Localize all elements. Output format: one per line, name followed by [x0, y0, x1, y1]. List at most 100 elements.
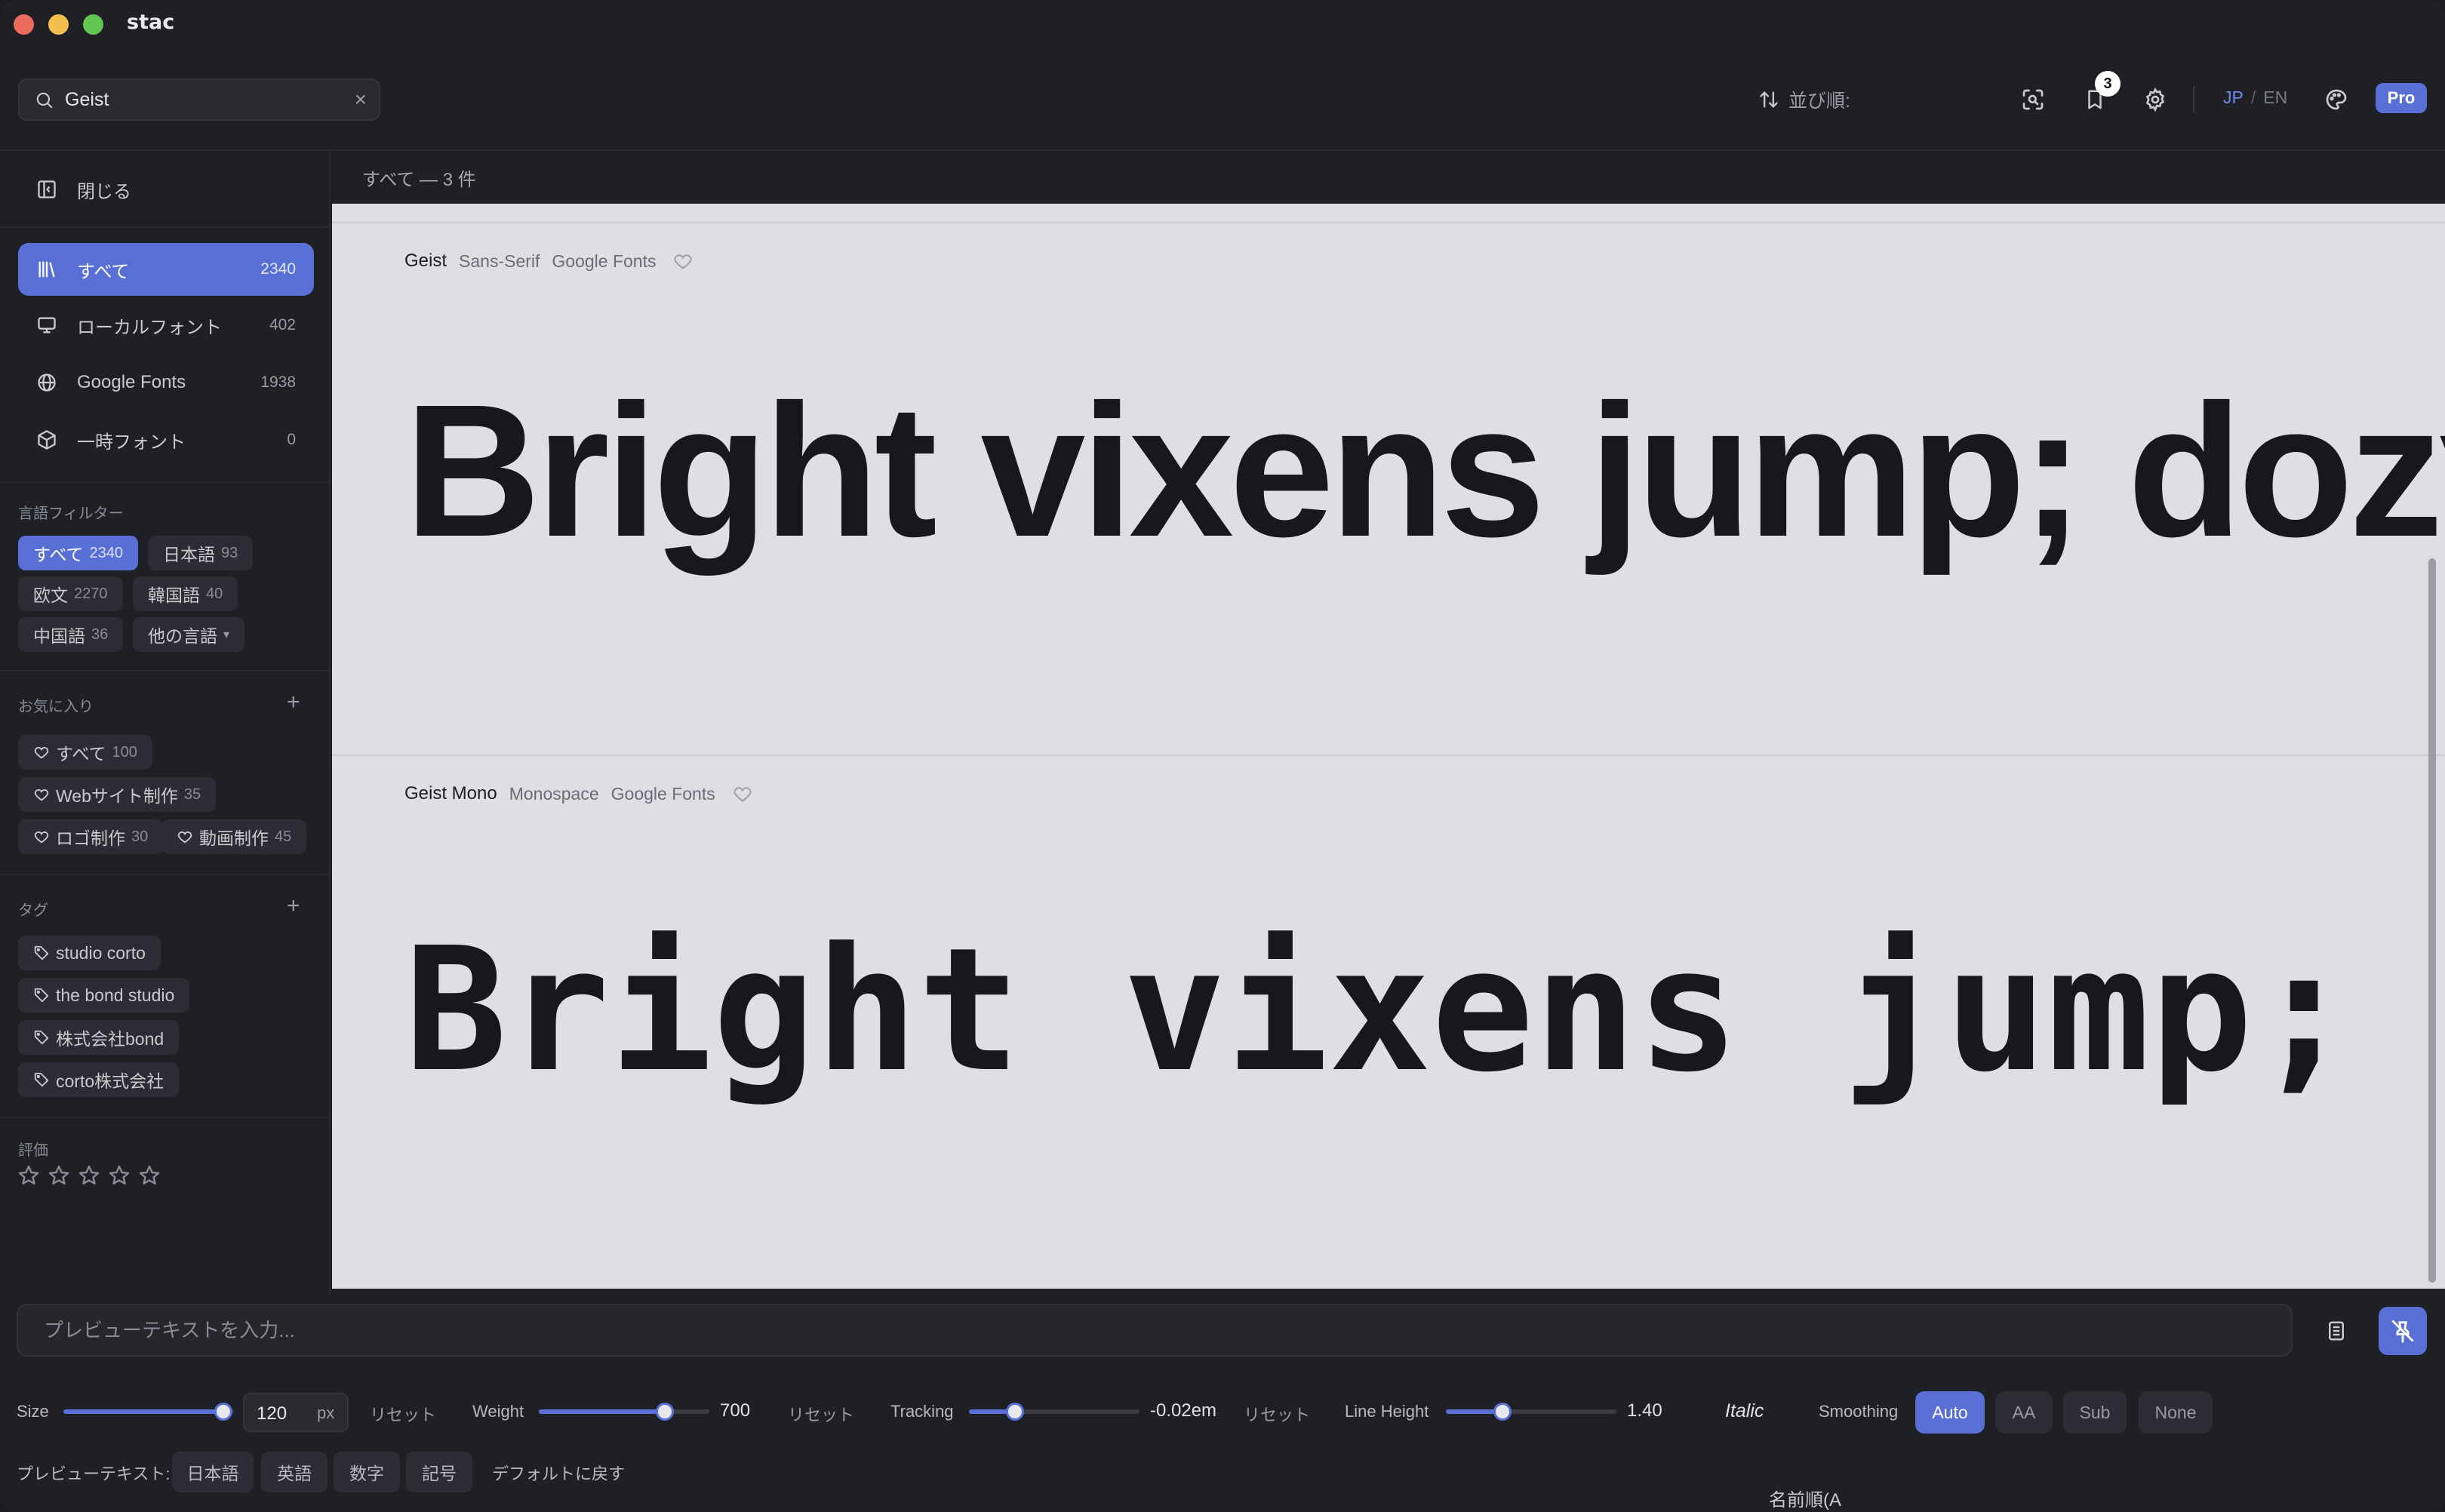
sidebar-divider [0, 670, 331, 671]
font-sample-text[interactable]: Bright vixens jump; [404, 911, 2355, 1110]
font-card-geist[interactable]: Geist Sans-Serif Google Fonts Bright vix… [332, 222, 2445, 754]
star-icon[interactable] [77, 1163, 101, 1188]
tag-chip[interactable]: the bond studio [18, 978, 190, 1013]
add-favorite-list-button[interactable]: + [287, 691, 300, 714]
lang-chip-latin[interactable]: 欧文 2270 [18, 576, 123, 611]
preview-preset-numbers[interactable]: 数字 [334, 1452, 400, 1492]
weight-reset-button[interactable]: リセット [788, 1402, 854, 1426]
sidebar-divider [0, 1117, 331, 1118]
lang-chip-all[interactable]: すべて 2340 [18, 536, 138, 570]
chip-label: すべて [33, 545, 84, 564]
lang-jp[interactable]: JP [2223, 88, 2244, 107]
lang-chip-chinese[interactable]: 中国語 36 [18, 617, 124, 652]
app-title: stac [127, 11, 175, 34]
favorite-chip-web[interactable]: Webサイト制作 35 [18, 777, 217, 812]
lang-separator: / [2250, 88, 2256, 107]
line-height-slider-handle[interactable] [1493, 1403, 1512, 1421]
sidebar-item-count: 2340 [260, 260, 296, 278]
lang-chip-korean[interactable]: 韓国語 40 [133, 576, 238, 611]
zoom-window-button[interactable] [83, 14, 103, 35]
lang-en[interactable]: EN [2263, 88, 2287, 107]
sort-icon [1760, 91, 1778, 108]
font-card-geist-mono[interactable]: Geist Mono Monospace Google Fonts Bright… [332, 754, 2445, 1287]
theme-button[interactable] [2320, 83, 2353, 116]
size-value: 120 [257, 1403, 288, 1424]
add-tag-button[interactable]: + [287, 895, 300, 917]
size-slider-handle[interactable] [214, 1403, 233, 1421]
tag-chip[interactable]: studio corto [18, 936, 161, 970]
size-reset-button[interactable]: リセット [370, 1402, 436, 1426]
results-count: すべて — 3 件 [362, 170, 476, 190]
favorite-chip-video[interactable]: 動画制作 45 [161, 819, 307, 854]
tracking-slider[interactable] [969, 1409, 1139, 1414]
pin-toggle-button[interactable] [2379, 1307, 2427, 1355]
scan-button[interactable] [2016, 83, 2050, 116]
sidebar-item-label: Google Fonts [77, 372, 186, 392]
heart-icon[interactable] [672, 250, 694, 272]
close-window-button[interactable] [14, 14, 34, 35]
font-sample-text[interactable]: Bright vixens jump; dozy [404, 362, 2445, 579]
clear-search-icon[interactable]: × [355, 89, 367, 110]
tag-chip[interactable]: 株式会社bond [18, 1020, 180, 1055]
size-label: Size [17, 1402, 49, 1421]
sidebar-item-count: 0 [287, 431, 296, 448]
content-scrollbar[interactable] [2428, 558, 2436, 1283]
settings-button[interactable] [2139, 83, 2172, 116]
size-unit: px [317, 1403, 335, 1422]
italic-toggle[interactable]: Italic [1725, 1400, 1764, 1422]
sidebar-item-label: 一時フォント [77, 432, 186, 453]
package-icon [38, 430, 56, 450]
sidebar-item-all[interactable]: すべて 2340 [18, 243, 314, 296]
preview-preset-english[interactable]: 英語 [261, 1452, 328, 1492]
sort-control[interactable]: 並び順: 名前順(A → Z) [1758, 85, 1850, 1512]
heart-icon[interactable] [732, 783, 753, 804]
sidebar-item-local-fonts[interactable]: ローカルフォント 402 [18, 299, 314, 352]
weight-slider-handle[interactable] [656, 1403, 675, 1421]
chip-count: 40 [206, 585, 223, 602]
line-height-slider[interactable] [1446, 1409, 1616, 1414]
weight-slider[interactable] [539, 1409, 709, 1414]
language-switch[interactable]: JP / EN [2223, 88, 2287, 108]
preview-preset-symbols[interactable]: 記号 [406, 1452, 472, 1492]
star-icon[interactable] [137, 1163, 161, 1188]
tags-title: タグ [18, 902, 48, 919]
star-icon[interactable] [107, 1163, 131, 1188]
smoothing-label: Smoothing [1819, 1402, 1899, 1421]
pro-badge[interactable]: Pro [2376, 83, 2427, 113]
sidebar-divider [0, 874, 331, 875]
smoothing-auto-button[interactable]: Auto [1915, 1391, 1985, 1434]
size-input[interactable]: 120 px [243, 1393, 349, 1432]
smoothing-aa-button[interactable]: AA [1995, 1391, 2053, 1434]
star-icon[interactable] [17, 1163, 41, 1188]
line-height-value: 1.40 [1627, 1400, 1662, 1421]
app-window: stac Geist × 並び順: 名前順(A → Z) 3 JP / EN [0, 0, 2445, 1512]
chip-count: 45 [275, 828, 292, 845]
sidebar-item-google-fonts[interactable]: Google Fonts 1938 [18, 356, 314, 409]
favorite-chip-logo[interactable]: ロゴ制作 30 [18, 819, 164, 854]
close-sidebar-button[interactable]: 閉じる [18, 171, 131, 208]
favorites-title: お気に入り [18, 699, 94, 715]
smoothing-none-button[interactable]: None [2139, 1391, 2213, 1434]
sidebar-item-label: すべて [77, 261, 130, 282]
rating-title: 評価 [18, 1142, 48, 1159]
preview-text-input[interactable] [17, 1304, 2293, 1357]
tag-chip[interactable]: corto株式会社 [18, 1062, 180, 1097]
reset-to-default-button[interactable]: デフォルトに戻す [492, 1461, 625, 1485]
preview-preset-japanese[interactable]: 日本語 [172, 1452, 254, 1492]
search-input[interactable]: Geist × [18, 78, 380, 121]
rating-stars[interactable] [17, 1163, 161, 1188]
star-icon[interactable] [47, 1163, 71, 1188]
favorite-chip-all[interactable]: すべて 100 [18, 735, 152, 770]
tracking-reset-button[interactable]: リセット [1244, 1402, 1310, 1426]
weight-slider-fill [539, 1409, 666, 1414]
tracking-label: Tracking [890, 1402, 954, 1421]
size-slider[interactable] [63, 1409, 234, 1414]
sidebar-item-temporary-fonts[interactable]: 一時フォント 0 [18, 413, 314, 466]
minimize-window-button[interactable] [48, 14, 69, 35]
font-name: Geist [404, 250, 447, 271]
tracking-slider-handle[interactable] [1006, 1403, 1025, 1421]
lang-chip-japanese[interactable]: 日本語 93 [148, 536, 254, 570]
lang-chip-other-languages[interactable]: 他の言語 ▾ [133, 617, 245, 652]
preview-document-button[interactable] [2320, 1314, 2353, 1348]
smoothing-sub-button[interactable]: Sub [2063, 1391, 2127, 1434]
